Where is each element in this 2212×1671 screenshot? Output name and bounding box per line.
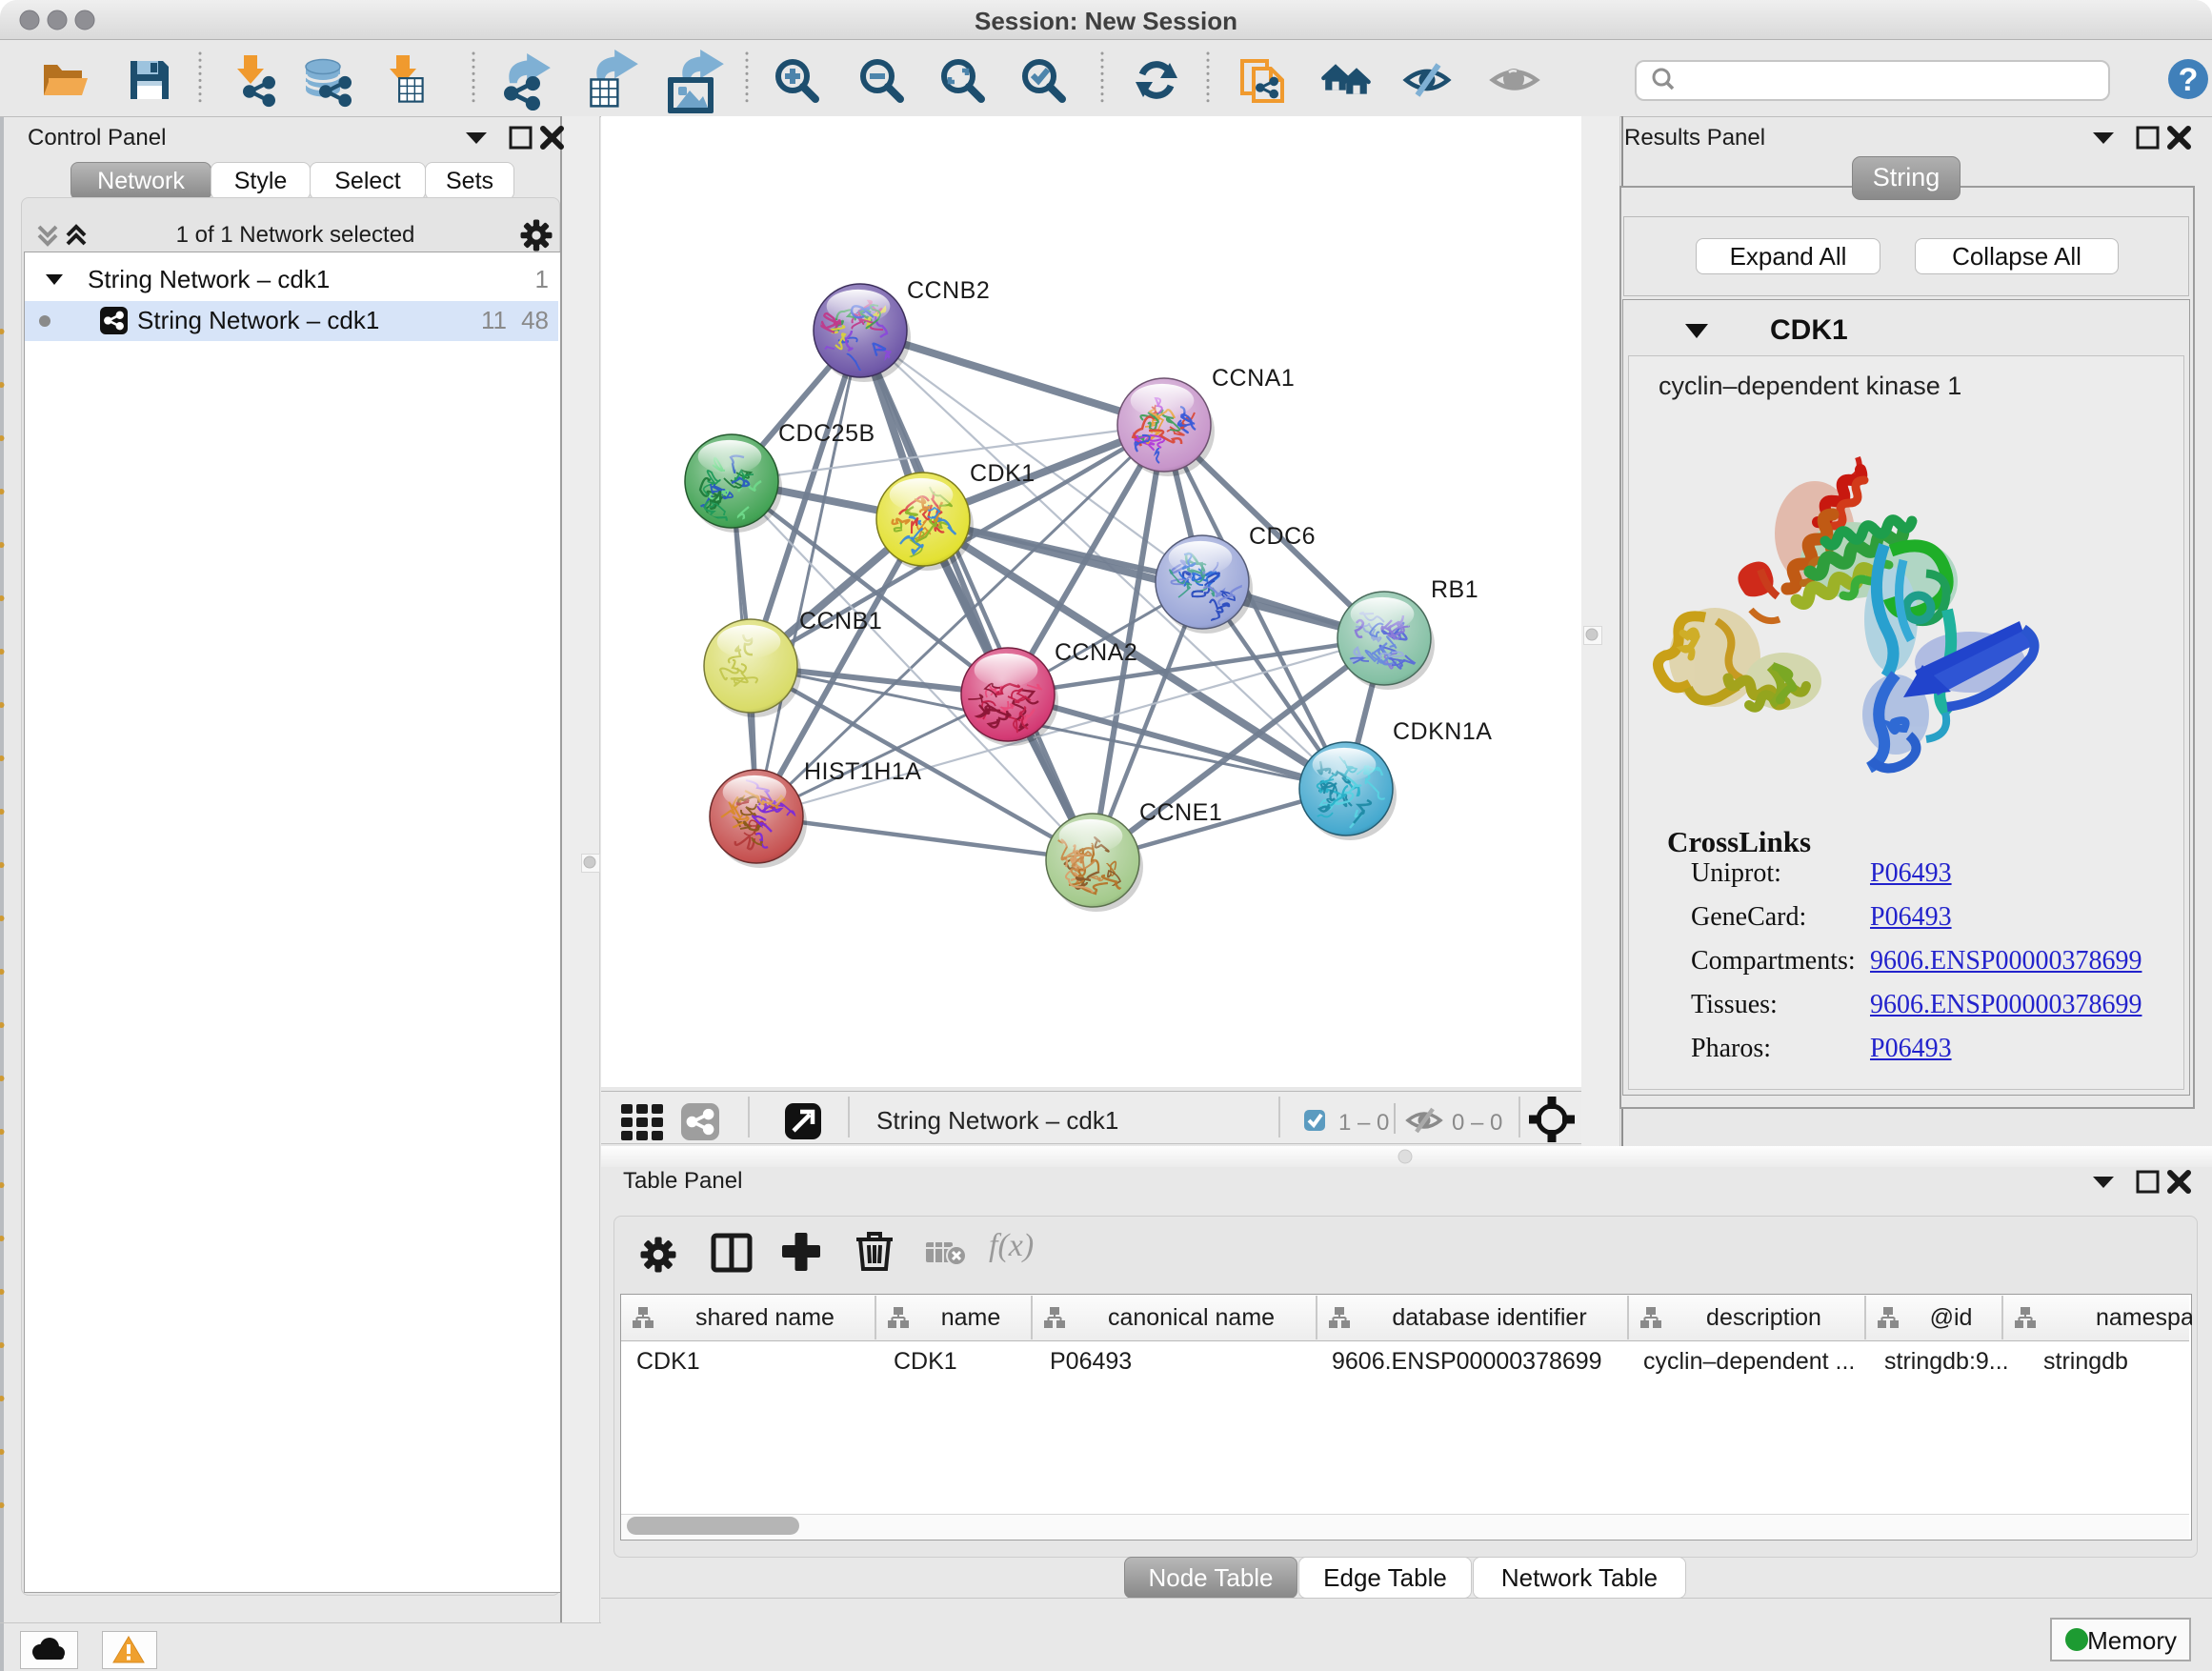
svg-text:CCNE1: CCNE1 xyxy=(1139,799,1222,826)
svg-text:CCNA2: CCNA2 xyxy=(1055,639,1137,666)
svg-text:RB1: RB1 xyxy=(1431,576,1478,603)
svg-text:CDK1: CDK1 xyxy=(970,460,1036,487)
svg-text:CCNB2: CCNB2 xyxy=(907,277,990,304)
svg-text:HIST1H1A: HIST1H1A xyxy=(804,758,921,785)
svg-text:CDC25B: CDC25B xyxy=(778,420,875,447)
svg-text:CDC6: CDC6 xyxy=(1249,523,1316,550)
svg-text:CCNB1: CCNB1 xyxy=(799,608,882,634)
svg-text:CDKN1A: CDKN1A xyxy=(1393,718,1492,745)
svg-text:CCNA1: CCNA1 xyxy=(1212,365,1295,392)
